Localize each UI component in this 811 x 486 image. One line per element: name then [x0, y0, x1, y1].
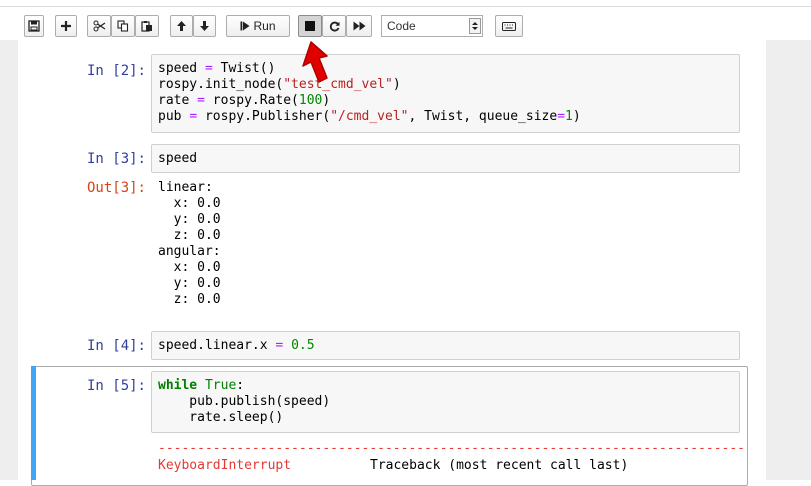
- keyboard-icon: [502, 21, 516, 31]
- code-cell-input[interactable]: speed.linear.x = 0.5: [151, 331, 740, 360]
- output-prompt: Out[3]:: [86, 180, 146, 196]
- code-text: speed: [158, 151, 198, 166]
- cell-type-select[interactable]: Code: [381, 15, 483, 37]
- restart-run-all-button[interactable]: [346, 15, 372, 37]
- cell-prompt: In [5]:: [86, 378, 146, 394]
- code-cell-input[interactable]: while True: pub.publish(speed) rate.slee…: [151, 371, 740, 433]
- stop-icon: [305, 21, 315, 31]
- notebook-toolbar: Run Code: [0, 0, 811, 40]
- cell-output: linear: x: 0.0 y: 0.0 z: 0.0 angular: x:…: [158, 180, 221, 307]
- copy-icon: [117, 20, 129, 32]
- arrow-up-icon: [177, 21, 186, 31]
- error-name: KeyboardInterrupt: [158, 458, 292, 473]
- step-forward-icon: [240, 21, 250, 31]
- copy-button[interactable]: [111, 15, 135, 37]
- plus-icon: [61, 21, 71, 31]
- cell-prompt: In [3]:: [86, 151, 146, 167]
- code-text: speed.linear.x = 0.5: [158, 338, 315, 353]
- cursor-arrow-icon: [302, 41, 328, 83]
- move-cell-down-button[interactable]: [193, 15, 216, 37]
- code-text: speed = Twist() rospy.init_node("test_cm…: [158, 61, 581, 124]
- code-cell-input[interactable]: speed: [151, 144, 740, 173]
- cell-prompt: In [4]:: [86, 338, 146, 354]
- cell-prompt: In [2]:: [86, 63, 146, 79]
- traceback-separator: ----------------------------------------…: [158, 441, 745, 456]
- cut-icon: [93, 20, 105, 32]
- save-icon: [28, 20, 40, 32]
- restart-kernel-button[interactable]: [322, 15, 346, 37]
- arrow-down-icon: [200, 21, 209, 31]
- chevron-down-icon[interactable]: [469, 18, 481, 34]
- traceback-header: Traceback (most recent call last): [370, 458, 629, 473]
- code-cell-input[interactable]: speed = Twist() rospy.init_node("test_cm…: [151, 54, 740, 133]
- move-cell-up-button[interactable]: [170, 15, 193, 37]
- code-text: while True: pub.publish(speed) rate.slee…: [158, 378, 331, 425]
- run-button-label: Run: [253, 19, 276, 33]
- restart-icon: [329, 21, 339, 31]
- run-button[interactable]: Run: [226, 15, 290, 37]
- fast-forward-icon: [353, 21, 365, 31]
- cut-button[interactable]: [87, 15, 111, 37]
- cell-type-value: Code: [387, 19, 416, 33]
- interrupt-kernel-button[interactable]: [298, 15, 322, 37]
- paste-icon: [141, 21, 152, 32]
- command-palette-button[interactable]: [495, 15, 523, 37]
- paste-button[interactable]: [135, 15, 159, 37]
- insert-cell-button[interactable]: [55, 15, 77, 37]
- save-button[interactable]: [24, 15, 44, 37]
